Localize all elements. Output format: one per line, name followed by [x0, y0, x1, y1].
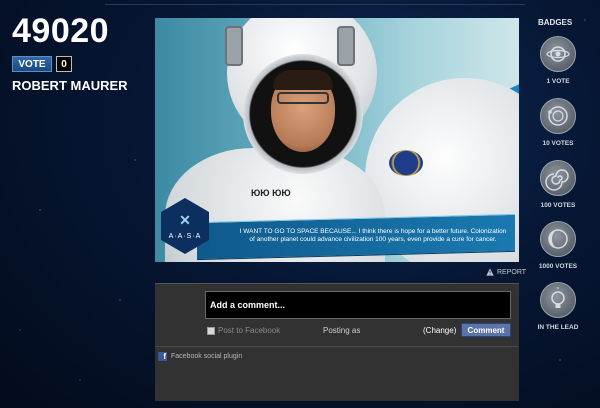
eclipse-icon	[540, 221, 576, 257]
facebook-icon: f	[158, 352, 167, 361]
comment-divider	[155, 346, 519, 347]
warning-icon	[486, 268, 494, 276]
vote-badge: 0	[56, 56, 72, 72]
badge-label: IN THE LEAD	[537, 324, 579, 331]
suit-lettering: ЮЮ ЮЮ	[251, 188, 291, 198]
planet-icon	[540, 36, 576, 72]
vote-row: VOTE 0	[12, 56, 72, 72]
badge-1-vote: 1 VOTE	[532, 36, 584, 85]
post-to-facebook-label: Post to Facebook	[218, 326, 281, 335]
posting-as-label: Posting as	[323, 326, 361, 335]
badge-1000-votes: 1000 VOTES	[532, 221, 584, 270]
post-to-facebook[interactable]: Post to Facebook	[207, 326, 280, 335]
glasses	[277, 92, 329, 104]
facebook-plugin-label: Facebook social plugin	[171, 353, 243, 360]
helmet-lamp-left	[225, 26, 243, 66]
comment-button[interactable]: Comment	[461, 323, 511, 337]
report-link[interactable]: REPORT	[486, 268, 526, 276]
badge-10-votes: 10 VOTES	[532, 98, 584, 147]
vote-button[interactable]: VOTE	[12, 56, 52, 72]
vote-count: 49020	[12, 12, 110, 50]
logo-mark: ✕	[179, 211, 191, 228]
badge-label: 1 VOTE	[546, 78, 570, 85]
badge-in-the-lead: IN THE LEAD	[532, 282, 584, 331]
lightbulb-icon	[540, 282, 576, 318]
post-to-facebook-checkbox[interactable]	[207, 326, 215, 335]
quote-text: I WANT TO GO TO SPACE BECAUSE... I think…	[239, 228, 507, 243]
astronaut-photo: ЮЮ ЮЮ I WANT TO GO TO SPACE BECAUSE... I…	[155, 18, 519, 262]
comment-box: Post to Facebook Posting as (Change) Com…	[155, 283, 519, 401]
logo-text: A·A·S·A	[168, 232, 202, 240]
badge-label: 100 VOTES	[540, 202, 576, 209]
badges-title: BADGES	[538, 18, 573, 27]
spiral-galaxy-icon	[540, 160, 576, 196]
badge-100-votes: 100 VOTES	[532, 160, 584, 209]
badge-label: 10 VOTES	[542, 140, 574, 147]
comment-input[interactable]	[205, 291, 511, 319]
change-link[interactable]: (Change)	[423, 326, 456, 335]
badge-label: 1000 VOTES	[538, 263, 578, 270]
top-divider	[105, 4, 525, 5]
user-name: ROBERT MAURER	[12, 78, 128, 93]
hair	[273, 70, 333, 90]
facebook-plugin[interactable]: f Facebook social plugin	[158, 352, 242, 361]
suit-patch-icon	[389, 150, 423, 176]
report-label: REPORT	[497, 268, 527, 276]
orbit-icon	[540, 98, 576, 134]
helmet-lamp-right	[337, 26, 355, 66]
